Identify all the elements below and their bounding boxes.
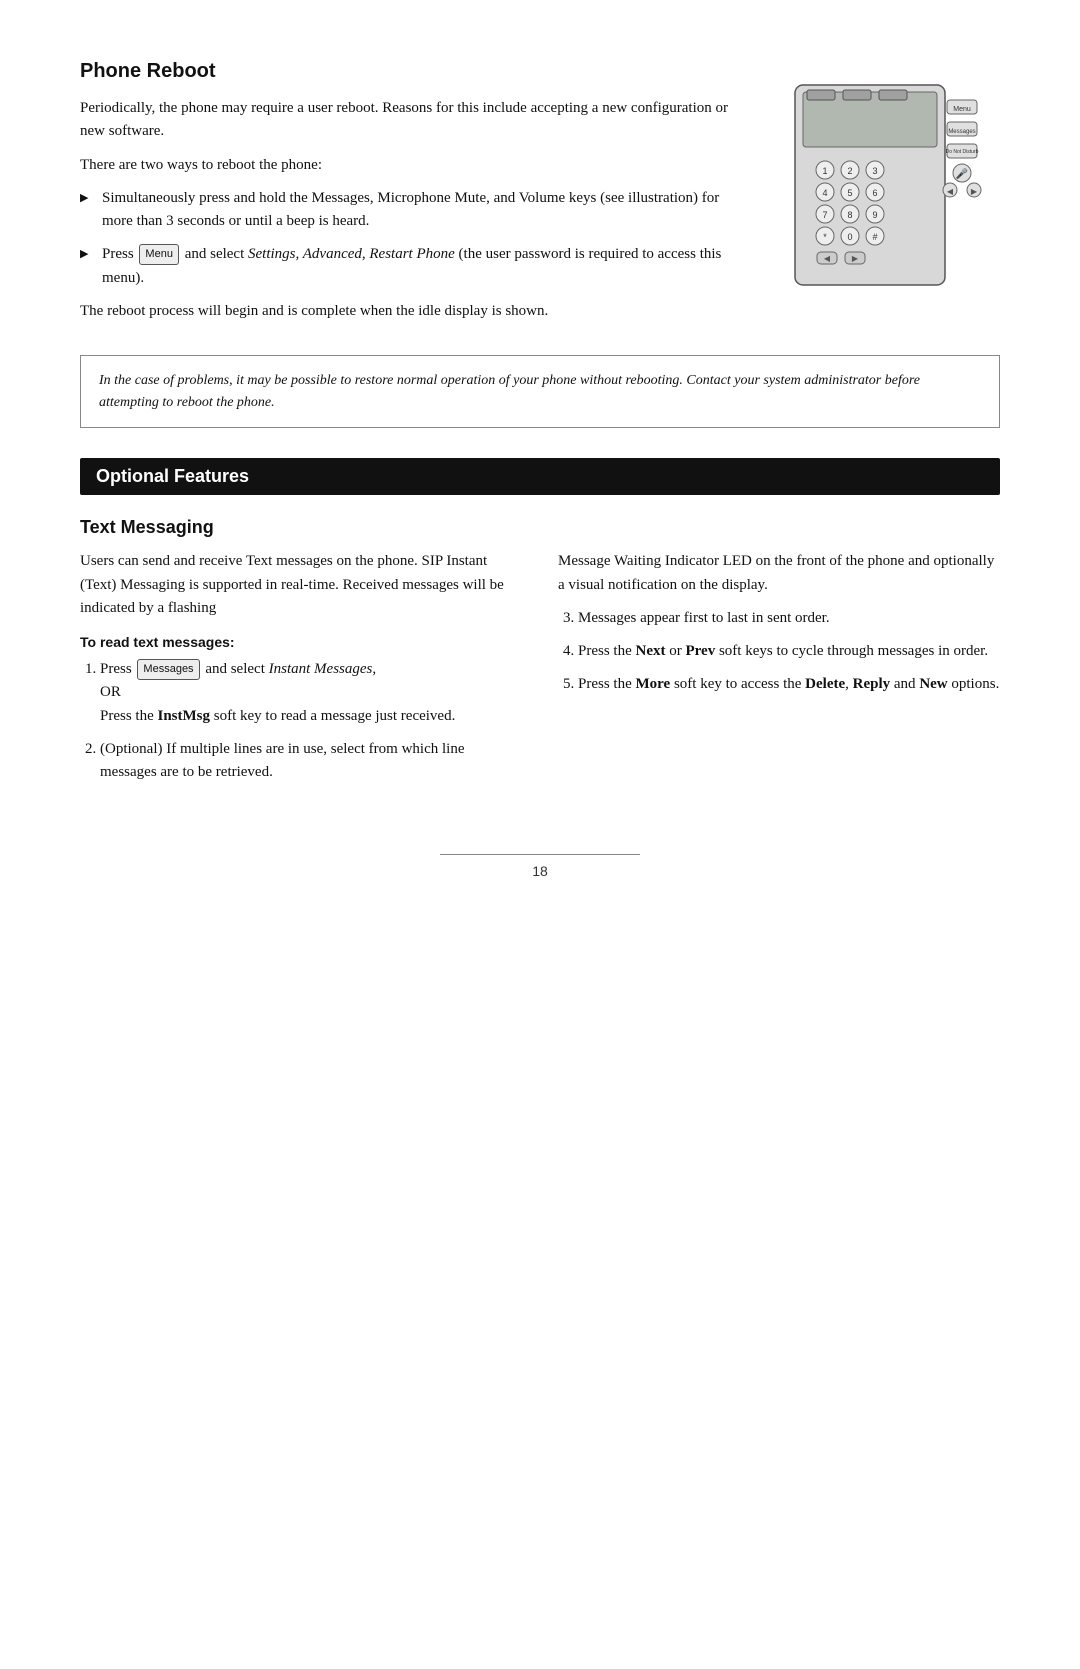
- step-3: Messages appear first to last in sent or…: [578, 607, 1000, 630]
- tm-col2-para: Message Waiting Indicator LED on the fro…: [558, 550, 1000, 597]
- text-steps-right: Messages appear first to last in sent or…: [558, 607, 1000, 697]
- menu-key: Menu: [139, 244, 179, 265]
- italic-note-box: In the case of problems, it may be possi…: [80, 355, 1000, 428]
- svg-text:Menu: Menu: [953, 106, 971, 113]
- text-messaging-title: Text Messaging: [80, 517, 1000, 538]
- step-5: Press the More soft key to access the De…: [578, 673, 1000, 696]
- page-number: 18: [532, 863, 548, 879]
- phone-diagram-svg: Menu Messages Do Not Disturb 🎤 ◀ ▶: [785, 70, 995, 300]
- svg-text:◀: ◀: [824, 254, 831, 263]
- svg-text:🎤: 🎤: [956, 167, 969, 180]
- step-2: (Optional) If multiple lines are in use,…: [100, 738, 522, 785]
- svg-text:6: 6: [872, 188, 877, 198]
- read-text-label: To read text messages:: [80, 634, 522, 650]
- svg-text:2: 2: [847, 166, 852, 176]
- phone-reboot-section: Phone Reboot Periodically, the phone may…: [80, 60, 1000, 428]
- page-footer: 18: [440, 854, 640, 879]
- bullet2-italic: Settings, Advanced, Restart Phone: [248, 246, 455, 262]
- svg-text:Do Not Disturb: Do Not Disturb: [946, 149, 979, 155]
- svg-text:7: 7: [822, 210, 827, 220]
- reply-bold: Reply: [853, 676, 891, 692]
- step-1: Press Messages and select Instant Messag…: [100, 658, 522, 728]
- svg-text:*: *: [823, 232, 827, 242]
- next-bold: Next: [636, 643, 666, 659]
- page-content: Phone Reboot Periodically, the phone may…: [80, 60, 1000, 879]
- phone-illustration: Menu Messages Do Not Disturb 🎤 ◀ ▶: [780, 60, 1000, 300]
- svg-text:#: #: [872, 232, 877, 242]
- optional-banner-text: Optional Features: [96, 466, 249, 486]
- optional-features-banner: Optional Features: [80, 458, 1000, 495]
- svg-text:9: 9: [872, 210, 877, 220]
- text-messaging-left: Users can send and receive Text messages…: [80, 550, 522, 794]
- phone-reboot-para1: Periodically, the phone may require a us…: [80, 97, 750, 144]
- svg-text:0: 0: [847, 232, 852, 242]
- more-bold: More: [636, 676, 671, 692]
- svg-text:◀: ◀: [947, 187, 954, 196]
- tm-col1-para: Users can send and receive Text messages…: [80, 550, 522, 620]
- svg-text:4: 4: [822, 188, 827, 198]
- svg-text:Messages: Messages: [948, 129, 975, 135]
- delete-bold: Delete: [805, 676, 845, 692]
- svg-text:1: 1: [822, 166, 827, 176]
- svg-text:8: 8: [847, 210, 852, 220]
- italic-note-text: In the case of problems, it may be possi…: [99, 373, 920, 410]
- messages-key: Messages: [137, 659, 199, 680]
- text-messaging-columns: Users can send and receive Text messages…: [80, 550, 1000, 794]
- svg-text:▶: ▶: [852, 254, 859, 263]
- phone-reboot-title: Phone Reboot: [80, 60, 750, 83]
- text-messaging-right: Message Waiting Indicator LED on the fro…: [558, 550, 1000, 794]
- new-bold: New: [919, 676, 947, 692]
- bullet-2: Press Menu and select Settings, Advanced…: [80, 243, 750, 290]
- instmsg-bold: InstMsg: [158, 708, 211, 724]
- text-steps-left: Press Messages and select Instant Messag…: [80, 658, 522, 784]
- svg-text:▶: ▶: [971, 187, 978, 196]
- text-messaging-section: Text Messaging Users can send and receiv…: [80, 517, 1000, 794]
- bullet2-prefix: Press: [102, 246, 137, 262]
- phone-reboot-para2: There are two ways to reboot the phone:: [80, 154, 750, 177]
- bullet-1: Simultaneously press and hold the Messag…: [80, 187, 750, 234]
- svg-text:5: 5: [847, 188, 852, 198]
- svg-text:3: 3: [872, 166, 877, 176]
- phone-reboot-bullets: Simultaneously press and hold the Messag…: [80, 187, 750, 290]
- prev-bold: Prev: [686, 643, 716, 659]
- phone-reboot-para3: The reboot process will begin and is com…: [80, 300, 750, 323]
- step-4: Press the Next or Prev soft keys to cycl…: [578, 640, 1000, 663]
- phone-reboot-left: Phone Reboot Periodically, the phone may…: [80, 60, 750, 333]
